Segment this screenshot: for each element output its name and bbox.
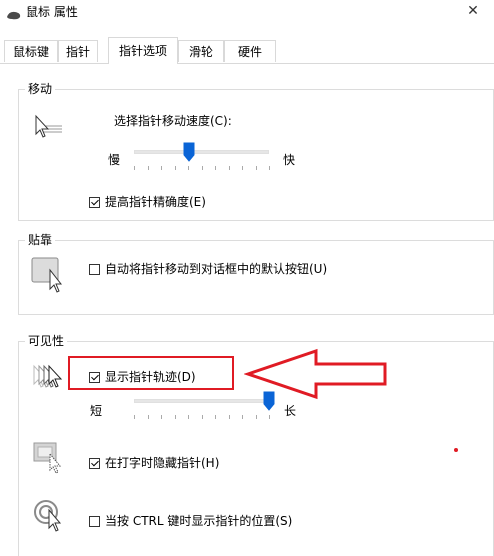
mouse-icon [7,11,21,20]
window-title: 鼠标 属性 [26,5,78,19]
slider-tick [188,166,189,170]
slider-tick [269,166,270,170]
hide-while-typing-label[interactable]: 在打字时隐藏指针(H) [105,456,219,470]
speed-slider-track[interactable] [134,150,269,154]
slider-tick [255,415,257,419]
snap-checkbox[interactable] [89,264,100,275]
short-label: 短 [90,404,103,418]
slider-tick [228,415,230,419]
slider-tick [134,415,135,419]
tab-label: 鼠标键 [12,45,49,59]
snap-group-title: 贴靠 [25,233,56,247]
snap-label[interactable]: 自动将指针移动到对话框中的默认按钮(U) [105,262,327,276]
slider-tick [147,415,149,419]
slider-tick [174,415,176,419]
slider-tick [188,415,189,419]
tab-label: 指针 [65,45,90,59]
tab-mouse-buttons[interactable]: 鼠标键 [4,40,58,62]
pointer-speed-icon [35,114,62,138]
precision-label[interactable]: 提高指针精确度(E) [105,195,206,209]
ctrl-location-checkbox[interactable] [89,516,100,527]
slider-tick [215,166,216,170]
tab-pointers[interactable]: 指针 [58,40,98,62]
slider-tick [215,415,216,419]
hide-while-typing-icon [33,442,62,474]
show-location-icon [34,500,62,532]
slider-tick [161,415,162,419]
slider-tick [147,166,149,170]
tab-wheel[interactable]: 滑轮 [178,40,224,62]
title-bar: 鼠标 属性 ✕ [0,0,494,32]
motion-group-title: 移动 [25,82,56,96]
annotation-dot [454,448,458,452]
precision-checkbox[interactable] [89,197,100,208]
slider-tick [201,415,203,419]
close-icon: ✕ [467,3,479,19]
snap-to-button-icon [31,257,63,293]
snap-group [18,240,494,315]
slow-label: 慢 [108,153,121,167]
long-label: 长 [284,404,297,418]
speed-slider-thumb[interactable] [183,142,195,162]
slider-tick [242,415,243,419]
visibility-group-title: 可见性 [25,334,68,348]
slider-tick [242,166,243,170]
close-button[interactable]: ✕ [452,0,494,22]
slider-tick [255,166,257,170]
slider-tick [228,166,230,170]
slider-tick [161,166,162,170]
highlight-box [68,356,234,390]
tab-label: 硬件 [237,45,262,59]
speed-label: 选择指针移动速度(C): [114,114,232,128]
hide-while-typing-checkbox[interactable] [89,458,100,469]
fast-label: 快 [283,153,296,167]
slider-tick [134,166,135,170]
annotation-arrow-icon [244,348,387,400]
tab-label: 指针选项 [118,44,167,58]
slider-tick [201,166,203,170]
ctrl-location-label[interactable]: 当按 CTRL 键时显示指针的位置(S) [105,514,292,528]
slider-tick [269,415,270,419]
tab-hardware[interactable]: 硬件 [224,40,276,62]
slider-tick [174,166,176,170]
tab-label: 滑轮 [188,45,213,59]
pointer-trails-icon [33,364,63,388]
tab-pointer-options[interactable]: 指针选项 [108,37,178,64]
